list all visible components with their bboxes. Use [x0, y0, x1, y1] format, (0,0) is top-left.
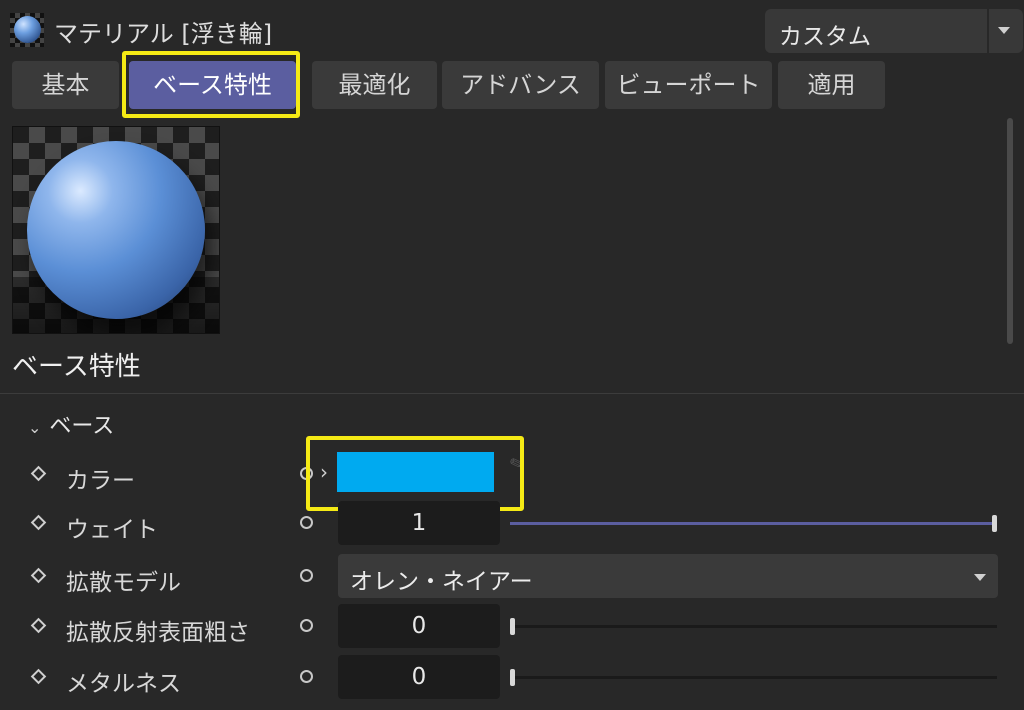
tab-optimize[interactable]: 最適化: [312, 61, 437, 109]
animate-dot-icon[interactable]: [300, 569, 313, 582]
preset-dropdown[interactable]: カスタム: [765, 9, 1023, 53]
keyframe-diamond-icon[interactable]: [30, 567, 47, 584]
tab-basic[interactable]: 基本: [12, 61, 119, 109]
section-divider: [0, 393, 1024, 394]
eyedropper-icon[interactable]: ✎: [507, 452, 528, 477]
slider-thumb[interactable]: [510, 618, 515, 635]
tab-viewport[interactable]: ビューポート: [605, 61, 772, 109]
property-label: カラー: [66, 468, 135, 494]
chevron-down-icon: ⌄: [28, 418, 42, 437]
preset-divider: [987, 9, 989, 53]
diffuse-roughness-input[interactable]: 0: [338, 604, 500, 648]
animate-dot-icon[interactable]: [300, 670, 313, 683]
property-row-metalness: メタルネス 0: [0, 655, 1024, 701]
dropdown-value: オレン・ネイアー: [350, 569, 533, 595]
animate-dot-icon[interactable]: [300, 516, 313, 529]
weight-input[interactable]: 1: [338, 501, 500, 545]
chevron-down-icon: [974, 574, 986, 581]
property-label: メタルネス: [66, 671, 181, 697]
group-header-base[interactable]: ⌄ ベース: [28, 408, 114, 440]
diffuse-roughness-slider[interactable]: [510, 618, 997, 635]
keyframe-diamond-icon[interactable]: [30, 668, 47, 685]
diffuse-model-dropdown[interactable]: オレン・ネイアー: [338, 554, 998, 598]
property-row-diffuse-model: 拡散モデル オレン・ネイアー: [0, 554, 1024, 600]
section-title: ベース特性: [12, 352, 141, 382]
group-label: ベース: [49, 414, 115, 439]
slider-thumb[interactable]: [992, 515, 997, 532]
property-label: 拡散反射表面粗さ: [66, 620, 250, 646]
tab-assign[interactable]: 適用: [778, 61, 885, 109]
keyframe-diamond-icon[interactable]: [30, 514, 47, 531]
property-label: 拡散モデル: [66, 570, 181, 596]
keyframe-diamond-icon[interactable]: [30, 465, 47, 482]
property-row-diffuse-roughness: 拡散反射表面粗さ 0: [0, 604, 1024, 650]
preset-value: カスタム: [779, 24, 871, 50]
animate-dot-icon[interactable]: [300, 619, 313, 632]
slider-thumb[interactable]: [510, 669, 515, 686]
color-swatch[interactable]: [337, 452, 494, 492]
material-preview: [12, 126, 220, 334]
material-header: マテリアル [浮き輪] カスタム: [0, 0, 1024, 58]
metalness-slider[interactable]: [510, 669, 997, 686]
preview-sphere: [27, 141, 205, 319]
material-title: マテリアル [浮き輪]: [54, 20, 273, 48]
property-label: ウェイト: [66, 517, 158, 543]
keyframe-diamond-icon[interactable]: [30, 617, 47, 634]
chevron-right-icon[interactable]: ›: [320, 460, 328, 484]
tab-base-properties[interactable]: ベース特性: [129, 61, 296, 109]
weight-slider[interactable]: [510, 515, 997, 532]
scrollbar[interactable]: [1007, 118, 1013, 344]
metalness-input[interactable]: 0: [338, 655, 500, 699]
material-sphere-icon: [10, 13, 44, 47]
tab-advanced[interactable]: アドバンス: [442, 61, 599, 109]
slider-fill: [510, 522, 997, 525]
chevron-down-icon[interactable]: [998, 27, 1010, 34]
property-row-weight: ウェイト 1: [0, 501, 1024, 547]
property-row-color: カラー › ✎: [0, 452, 1024, 498]
animate-dot-icon[interactable]: [300, 467, 313, 480]
